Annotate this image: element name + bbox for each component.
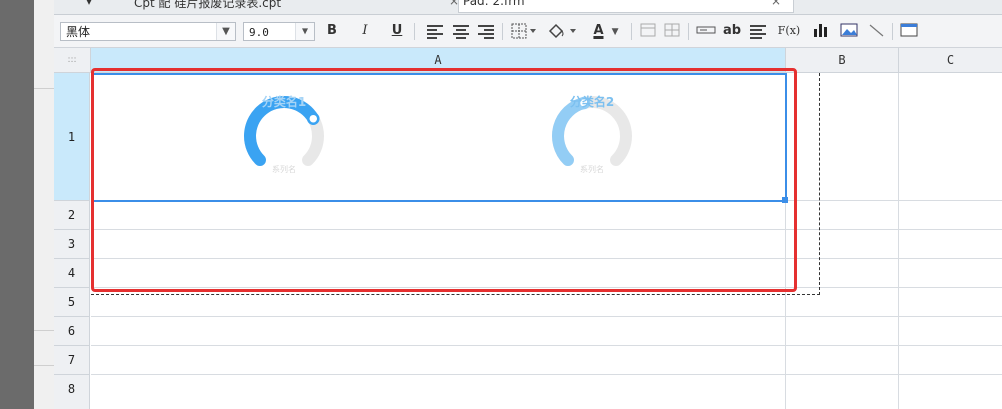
chevron-down-icon[interactable]: ▼ (612, 27, 619, 37)
chevron-down-icon[interactable]: ▼ (295, 23, 314, 40)
italic-button[interactable]: I (357, 21, 373, 41)
toolbar-separator (688, 23, 689, 40)
toolbar-separator (502, 23, 503, 40)
align-center-icon[interactable] (453, 21, 469, 43)
row-header-6[interactable]: 6 (54, 317, 90, 346)
cell-a8[interactable] (91, 375, 786, 409)
row-header-7[interactable]: 7 (54, 346, 90, 375)
toolbar-separator (892, 23, 893, 40)
split-cells-icon[interactable] (662, 21, 682, 41)
select-all-corner[interactable]: ::: (54, 48, 91, 73)
cell-c5[interactable] (899, 288, 1002, 317)
font-family-select[interactable]: 黑体 ▼ (60, 22, 236, 41)
toolbar-separator (414, 23, 415, 40)
label-button[interactable]: ab (722, 21, 742, 41)
row-header-1[interactable]: 1 (54, 73, 90, 201)
cell-b6[interactable] (786, 317, 899, 346)
left-subpanel-divider (34, 88, 54, 89)
tab-label: Cpt 配 硅片报废记录表.cpt (134, 0, 282, 10)
border-icon[interactable] (510, 21, 540, 41)
form-icon[interactable] (898, 21, 920, 41)
left-subpanel (34, 0, 55, 409)
cell-c1[interactable] (899, 73, 1002, 201)
left-subpanel-divider (34, 365, 54, 366)
font-family-value: 黑体 (66, 25, 91, 39)
highlight-box (91, 68, 797, 292)
row-header-2[interactable]: 2 (54, 201, 90, 230)
column-header-c[interactable]: C (899, 48, 1002, 73)
row-header-8[interactable]: 8 (54, 375, 90, 409)
cell-c4[interactable] (899, 259, 1002, 288)
cell-a7[interactable] (91, 346, 786, 375)
chevron-down-icon[interactable]: ▼ (216, 23, 235, 40)
toolbar-separator (631, 23, 632, 40)
sheet-grid: ::: A B C 1 2 3 4 5 6 7 8 分类名1 系列名 分类名2 … (54, 48, 1002, 409)
image-icon[interactable] (838, 21, 860, 41)
tab-label: Pad: 2.frm (463, 0, 525, 8)
row-header-4[interactable]: 4 (54, 259, 90, 288)
fill-color-icon[interactable] (546, 21, 580, 41)
paragraph-icon[interactable] (750, 21, 766, 43)
line-icon[interactable] (866, 21, 888, 41)
cell-c8[interactable] (899, 375, 1002, 409)
text-color-button[interactable]: A ▼ (588, 21, 624, 41)
cell-b8[interactable] (786, 375, 899, 409)
tab-cpt-report[interactable]: Cpt 配 硅片报废记录表.cpt × (134, 0, 464, 12)
cell-c7[interactable] (899, 346, 1002, 375)
chart-icon[interactable] (810, 21, 832, 41)
formula-button[interactable]: F(x) (774, 21, 804, 41)
cell-c2[interactable] (899, 201, 1002, 230)
close-icon[interactable]: × (771, 0, 781, 8)
font-size-value: 9.0 (249, 26, 269, 39)
left-subpanel-divider (34, 330, 54, 331)
text-color-letter: A (593, 23, 604, 38)
tab-dropdown[interactable]: ▾ (86, 0, 92, 12)
row-header-5[interactable]: 5 (54, 288, 90, 317)
merge-cells-icon[interactable] (638, 21, 658, 41)
left-panel-strip (0, 0, 55, 409)
document-tab-bar: ▾ Cpt 配 硅片报废记录表.cpt × Pad: 2.frm × (54, 0, 1002, 15)
align-right-icon[interactable] (478, 21, 494, 43)
cell-c3[interactable] (899, 230, 1002, 259)
format-toolbar: 黑体 ▼ 9.0 ▼ B I U A ▼ ab F(x) (54, 15, 1002, 48)
tab-frm-pad[interactable]: Pad: 2.frm × (458, 0, 794, 13)
row-header-3[interactable]: 3 (54, 230, 90, 259)
cell-a6[interactable] (91, 317, 786, 346)
font-size-select[interactable]: 9.0 ▼ (243, 22, 315, 41)
align-left-icon[interactable] (427, 21, 443, 43)
underline-button[interactable]: U (389, 21, 405, 41)
text-field-icon[interactable] (694, 21, 718, 41)
column-header-b[interactable]: B (786, 48, 899, 73)
cell-c6[interactable] (899, 317, 1002, 346)
cell-b7[interactable] (786, 346, 899, 375)
bold-button[interactable]: B (324, 21, 340, 41)
